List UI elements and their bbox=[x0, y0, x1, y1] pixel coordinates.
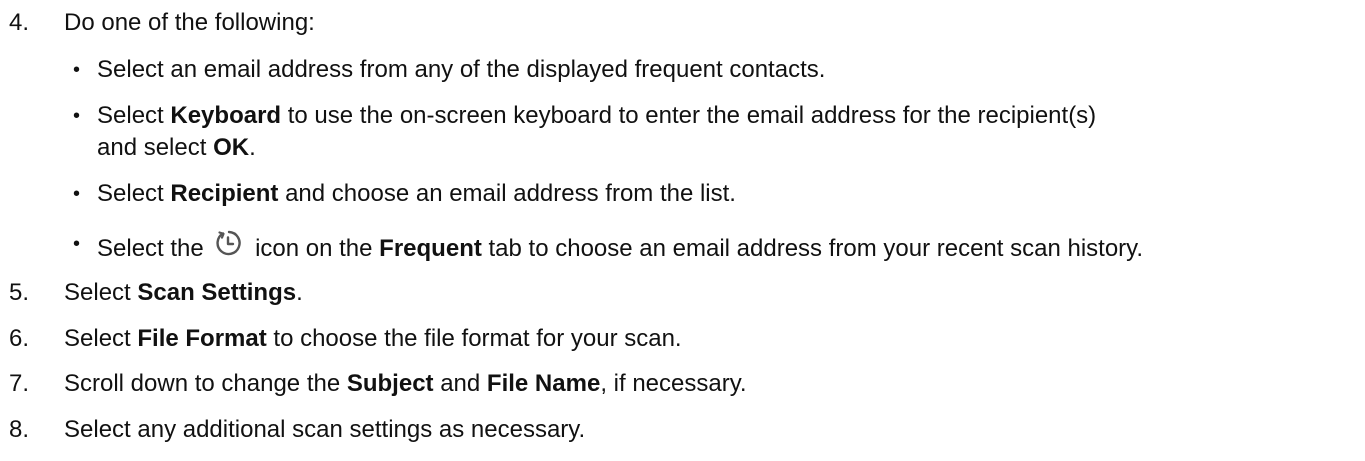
step-text: Select File Format to choose the file fo… bbox=[64, 325, 682, 352]
ui-term-frequent: Frequent bbox=[379, 235, 482, 262]
bullet-text: Select an email address from any of the … bbox=[97, 56, 826, 83]
step-text: Scroll down to change the Subject and Fi… bbox=[64, 370, 747, 397]
bullet-item-keyboard: • Select Keyboard to use the on-screen k… bbox=[0, 100, 1365, 164]
ui-term-file-format: File Format bbox=[137, 325, 267, 352]
bullet-text: Select Recipient and choose an email add… bbox=[97, 180, 736, 207]
bullet-marker: • bbox=[73, 59, 81, 81]
step-number: 6. bbox=[9, 325, 30, 352]
ui-term-file-name: File Name bbox=[486, 370, 601, 397]
bullet-marker: • bbox=[73, 105, 81, 127]
ui-term-scan-settings: Scan Settings bbox=[137, 279, 297, 306]
step-6: 6. Select File Format to choose the file… bbox=[0, 323, 1365, 355]
bullet-item-frequent-contacts: • Select an email address from any of th… bbox=[0, 54, 1365, 86]
bullet-text-continuation: and select OK. bbox=[97, 134, 256, 161]
step-number: 5. bbox=[9, 279, 30, 306]
bullet-item-frequent-tab: • Select the icon on the Frequent tab to… bbox=[0, 228, 1365, 262]
ui-term-ok: OK bbox=[213, 134, 250, 161]
history-icon bbox=[214, 228, 244, 258]
bullet-text: Select the icon on the Frequent tab to c… bbox=[97, 228, 1143, 265]
step-8: 8. Select any additional scan settings a… bbox=[0, 414, 1365, 446]
ui-term-subject: Subject bbox=[346, 370, 434, 397]
bullet-text: Select Keyboard to use the on-screen key… bbox=[97, 102, 1097, 129]
step-text: Do one of the following: bbox=[64, 9, 315, 36]
ui-term-recipient: Recipient bbox=[170, 180, 279, 207]
step-5: 5. Select Scan Settings. bbox=[0, 277, 1365, 309]
bullet-marker: • bbox=[73, 233, 81, 255]
step-text: Select Scan Settings. bbox=[64, 279, 303, 306]
step-number: 8. bbox=[9, 416, 30, 443]
step-text: Select any additional scan settings as n… bbox=[64, 416, 586, 443]
ui-term-keyboard: Keyboard bbox=[170, 102, 282, 129]
step-number: 7. bbox=[9, 370, 30, 397]
bullet-marker: • bbox=[73, 183, 81, 205]
step-7: 7. Scroll down to change the Subject and… bbox=[0, 368, 1365, 400]
step-4: 4. Do one of the following: bbox=[0, 7, 1365, 39]
step-number: 4. bbox=[9, 9, 30, 36]
bullet-item-recipient: • Select Recipient and choose an email a… bbox=[0, 178, 1365, 210]
